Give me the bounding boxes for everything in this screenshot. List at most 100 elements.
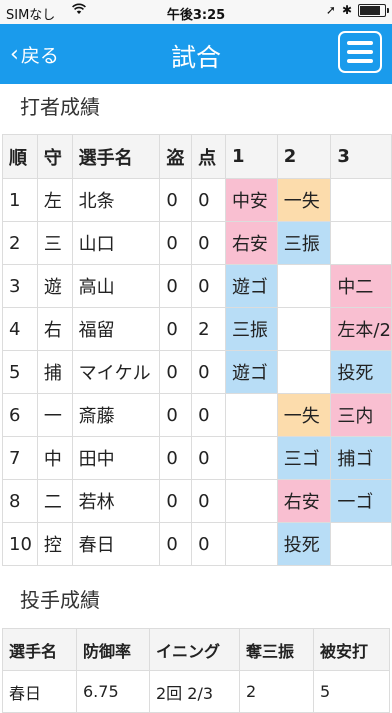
batter-name: 田中 (71, 436, 161, 480)
header-innings: イニング (149, 628, 240, 671)
batting-row[interactable]: 6 一斎藤 0 0 一失 三内 (2, 393, 392, 437)
menu-button[interactable] (338, 31, 382, 73)
batter-rbi: 0 (191, 264, 226, 308)
batter-rbi: 0 (191, 178, 226, 222)
header-stolen-bases: 盗 (159, 134, 193, 179)
header-order: 順 (2, 134, 38, 179)
batter-stolen-bases: 0 (159, 522, 193, 566)
pitching-table: 選手名 防御率 イニング 奪三振 被安打 春日 6.75 2回 2/3 2 5 (2, 628, 390, 713)
batter-stolen-bases: 0 (159, 221, 193, 265)
hamburger-icon-line (347, 41, 373, 45)
page-title: 試合 (170, 43, 221, 72)
batter-rbi: 0 (191, 221, 226, 265)
batter-name: 斎藤 (71, 393, 161, 437)
batting-section-title: 打者成績 (20, 95, 100, 119)
at-bat-inning-2: 一失 (276, 393, 332, 437)
status-bar: SIMなし 午後3:25 ➚ ✱ (0, 0, 392, 24)
batter-stolen-bases: 0 (159, 350, 193, 394)
at-bat-inning-3: 中二 (330, 264, 392, 308)
batting-row[interactable]: 7 中田中 0 0 三ゴ 捕ゴ (2, 436, 392, 480)
batter-order: 1 (2, 178, 38, 222)
hamburger-icon-line (347, 50, 373, 54)
batter-order: 7 (2, 436, 38, 480)
header-hits-allowed: 被安打 (313, 628, 390, 671)
batter-order: 6 (2, 393, 38, 437)
batter-rbi: 0 (191, 436, 226, 480)
at-bat-inning-1: 中安 (224, 178, 278, 222)
batter-position: 遊 (36, 264, 73, 308)
batting-row[interactable]: 8 二若林 0 0 右安 一ゴ (2, 479, 392, 523)
header-strikeouts: 奪三振 (239, 628, 314, 671)
pitcher-name: 春日 (2, 670, 77, 713)
pitching-row[interactable]: 春日 6.75 2回 2/3 2 5 (2, 670, 390, 713)
batter-position: 一 (36, 393, 73, 437)
batter-stolen-bases: 0 (159, 479, 193, 523)
batting-row[interactable]: 10 控春日 0 0 投死 (2, 522, 392, 566)
batter-rbi: 0 (191, 479, 226, 523)
batter-name: 春日 (71, 522, 161, 566)
batter-name: 山口 (71, 221, 161, 265)
pitching-section-title: 投手成績 (20, 588, 100, 612)
at-bat-inning-3: 一ゴ (330, 479, 392, 523)
batter-stolen-bases: 0 (159, 436, 193, 480)
hamburger-icon-line (347, 59, 373, 63)
batting-table: 順 守 選手名 盗 点 1 2 3 1 左北条 0 0 中安 一失 2 三山口 0 0 右安 三振 3 遊… (2, 134, 392, 566)
at-bat-inning-2 (276, 307, 332, 351)
batter-stolen-bases: 0 (159, 307, 193, 351)
batter-name: 福留 (71, 307, 161, 351)
pitcher-innings: 2回 2/3 (149, 670, 240, 713)
at-bat-inning-1 (224, 522, 278, 566)
batter-order: 5 (2, 350, 38, 394)
at-bat-inning-2: 一失 (276, 178, 332, 222)
batter-name: 北条 (71, 178, 161, 222)
batter-name: マイケル (71, 350, 161, 394)
batter-name: 高山 (71, 264, 161, 308)
batter-position: 控 (36, 522, 73, 566)
at-bat-inning-3 (330, 522, 392, 566)
batter-position: 捕 (36, 350, 73, 394)
batting-row[interactable]: 1 左北条 0 0 中安 一失 (2, 178, 392, 222)
at-bat-inning-3: 捕ゴ (330, 436, 392, 480)
header-position: 守 (36, 134, 73, 179)
batting-row[interactable]: 3 遊高山 0 0 遊ゴ 中二 (2, 264, 392, 308)
at-bat-inning-2: 三ゴ (276, 436, 332, 480)
batter-order: 3 (2, 264, 38, 308)
at-bat-inning-1 (224, 393, 278, 437)
at-bat-inning-2: 投死 (276, 522, 332, 566)
pitching-header-row: 選手名 防御率 イニング 奪三振 被安打 (2, 628, 390, 671)
header-era: 防御率 (76, 628, 150, 671)
at-bat-inning-3 (330, 221, 392, 265)
header-pitcher-name: 選手名 (2, 628, 77, 671)
header-inning-1: 1 (224, 134, 278, 179)
batter-position: 三 (36, 221, 73, 265)
at-bat-inning-1: 遊ゴ (224, 350, 278, 394)
batting-row[interactable]: 5 捕マイケル 0 0 遊ゴ 投死 (2, 350, 392, 394)
batting-header-row: 順 守 選手名 盗 点 1 2 3 (2, 134, 392, 179)
at-bat-inning-1 (224, 436, 278, 480)
at-bat-inning-1: 遊ゴ (224, 264, 278, 308)
batter-rbi: 0 (191, 393, 226, 437)
at-bat-inning-3: 三内 (330, 393, 392, 437)
batter-order: 4 (2, 307, 38, 351)
nav-bar: ‹ 戻る 試合 (0, 24, 392, 84)
header-rbi: 点 (191, 134, 226, 179)
battery-icon (358, 3, 389, 17)
at-bat-inning-2 (276, 264, 332, 308)
batting-row[interactable]: 4 右福留 0 2 三振 左本/2 (2, 307, 392, 351)
pitcher-strikeouts: 2 (239, 670, 314, 713)
batter-position: 右 (36, 307, 73, 351)
pitcher-era: 6.75 (76, 670, 150, 713)
batter-position: 左 (36, 178, 73, 222)
batting-row[interactable]: 2 三山口 0 0 右安 三振 (2, 221, 392, 265)
batter-rbi: 0 (191, 350, 226, 394)
at-bat-inning-2: 右安 (276, 479, 332, 523)
bluetooth-icon: ✱ (341, 3, 352, 17)
batter-position: 二 (36, 479, 73, 523)
batter-rbi: 2 (191, 307, 226, 351)
batter-order: 8 (2, 479, 38, 523)
pitcher-hits-allowed: 5 (313, 670, 390, 713)
batter-rbi: 0 (191, 522, 226, 566)
batter-stolen-bases: 0 (159, 178, 193, 222)
header-player-name: 選手名 (71, 134, 161, 179)
at-bat-inning-2: 三振 (276, 221, 332, 265)
